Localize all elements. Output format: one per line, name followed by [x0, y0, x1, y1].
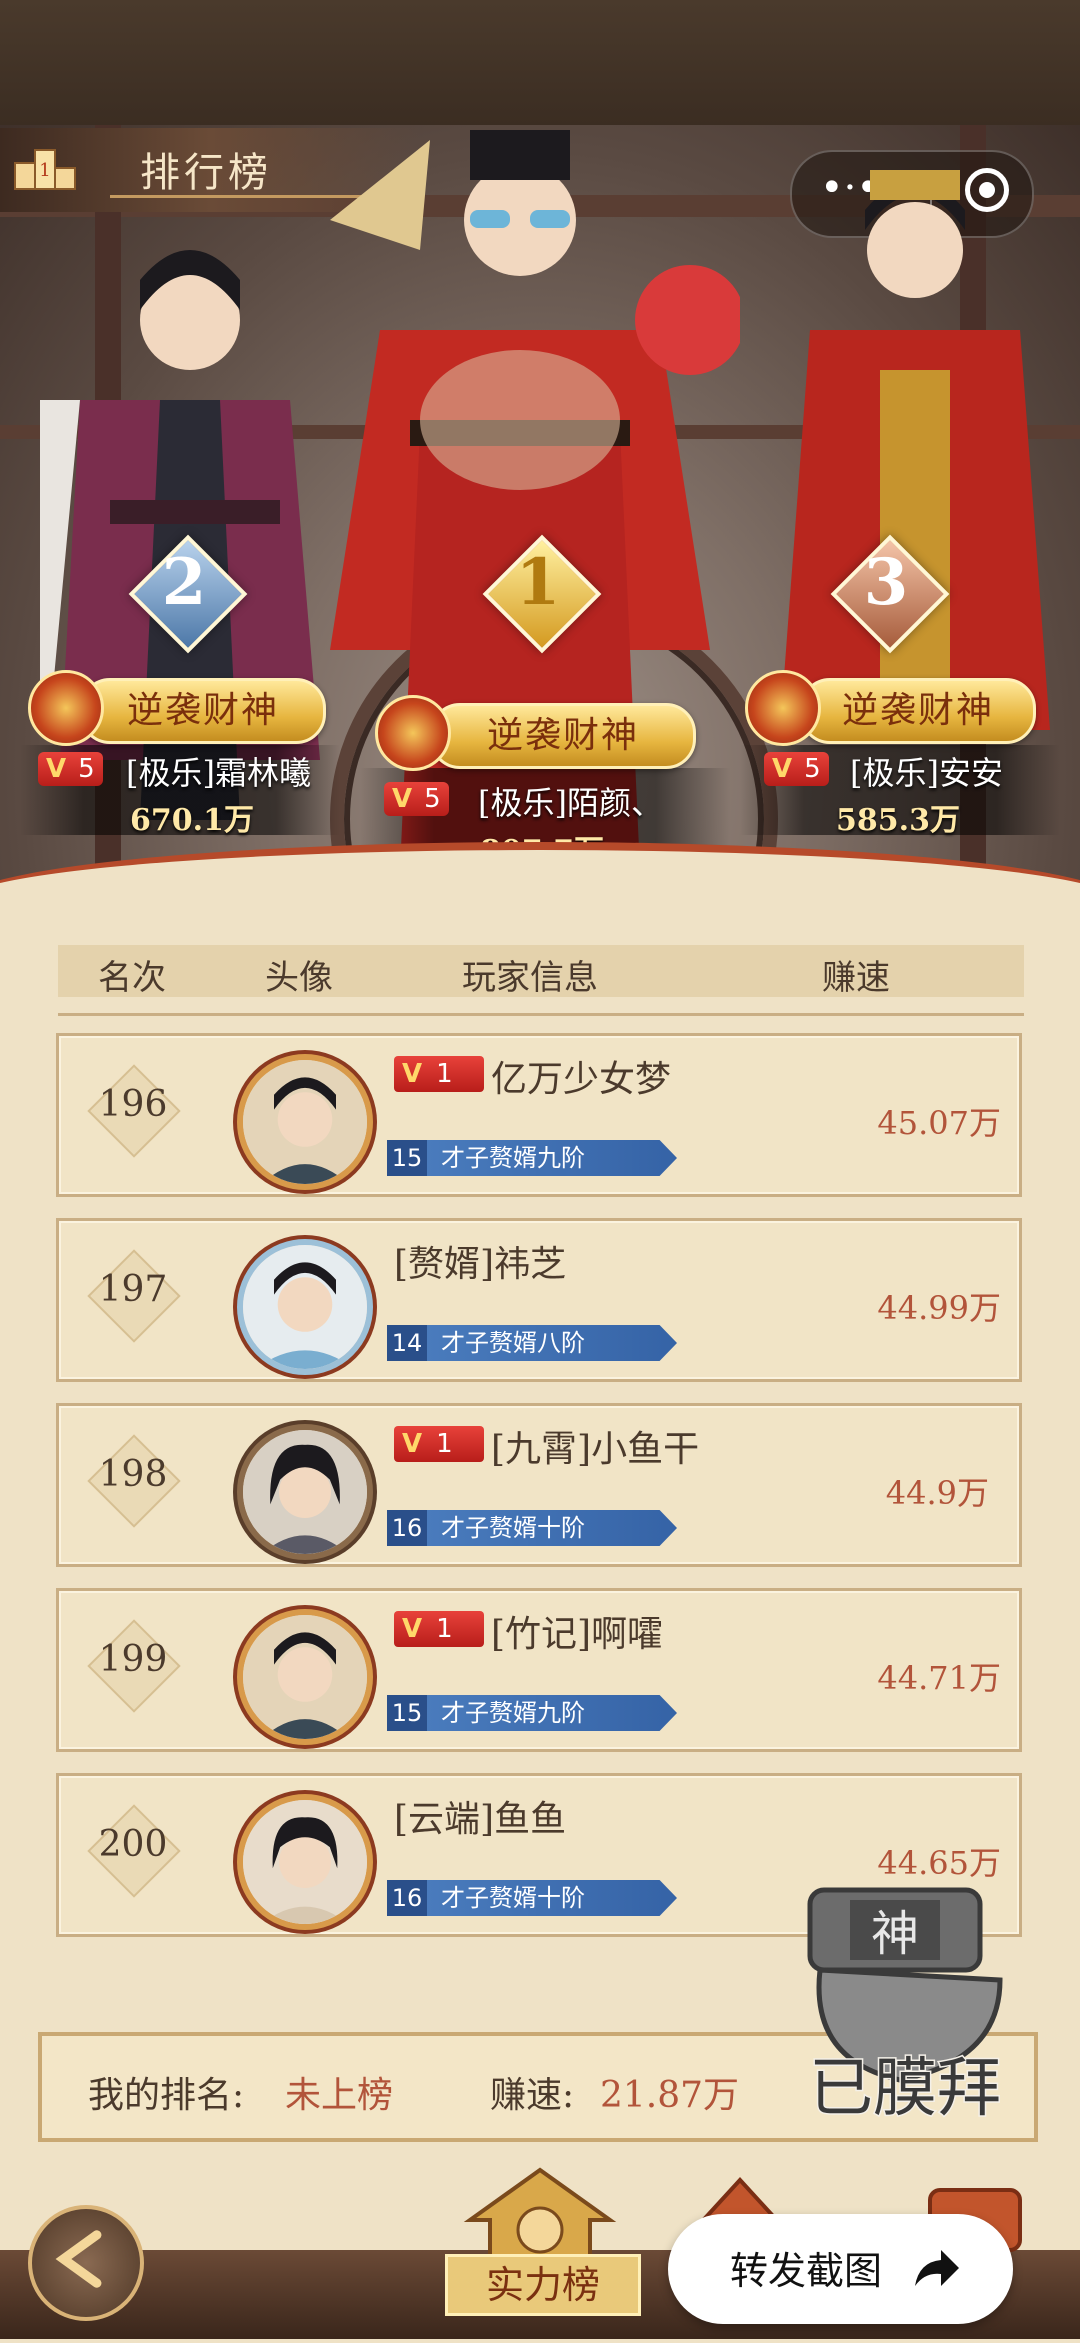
speed-value: 44.71万	[877, 1659, 1001, 1697]
level-tag: 15 才子赘婿九阶	[387, 1140, 677, 1176]
back-button[interactable]	[28, 2205, 144, 2321]
my-rank-label: 我的排名:	[88, 2075, 245, 2116]
header-avatar: 头像	[265, 958, 333, 998]
header-player-info: 玩家信息	[462, 958, 598, 998]
avatar[interactable]	[237, 1424, 373, 1560]
player-name: [九霄]小鱼干	[491, 1429, 700, 1470]
rank3-name: [极乐]安安	[850, 754, 1003, 792]
player-name: [竹记]啊嚯	[491, 1614, 664, 1655]
rank2-title-plaque: 逆袭财神	[80, 678, 326, 744]
header-speed: 赚速	[822, 958, 890, 998]
level-tag: 16 才子赘婿十阶	[387, 1510, 677, 1546]
my-rank-value: 未上榜	[285, 2075, 394, 2116]
tab-strength[interactable]: 实力榜	[445, 2254, 641, 2316]
avatar[interactable]	[237, 1239, 373, 1375]
rank1-title-plaque: 逆袭财神	[430, 703, 696, 769]
rank-number: 198	[98, 1454, 168, 1495]
podium-icon: 1	[10, 138, 80, 198]
speed-value: 44.9万	[885, 1474, 989, 1512]
rank3-title-plaque: 逆袭财神	[800, 678, 1036, 744]
worshipped-stamp[interactable]: 神 已膜拜	[780, 1860, 1040, 2140]
table-row[interactable]: 199 V1 [竹记]啊嚯 15 才子赘婿九阶 44.71万	[56, 1588, 1022, 1752]
rank-number: 200	[98, 1824, 168, 1865]
avatar[interactable]	[237, 1609, 373, 1745]
vip-badge: V1	[394, 1611, 484, 1647]
player-name: [赘婿]祎芝	[394, 1244, 567, 1285]
my-speed-value: 21.87万	[600, 2075, 740, 2116]
table-row[interactable]: 198 V1 [九霄]小鱼干 16 才子赘婿十阶 44.9万	[56, 1403, 1022, 1567]
level-tag: 15 才子赘婿九阶	[387, 1695, 677, 1731]
top-bar	[0, 0, 1080, 125]
level-tag: 14 才子赘婿八阶	[387, 1325, 677, 1361]
rank2-name: [极乐]霜林曦	[126, 754, 311, 792]
share-label: 转发截图	[730, 2249, 883, 2293]
rank2-character[interactable]	[30, 200, 340, 840]
rank3-number: 3	[863, 545, 909, 620]
my-speed-label: 赚速:	[490, 2075, 575, 2116]
rank3-plaque-emblem	[745, 670, 821, 746]
avatar[interactable]	[237, 1054, 373, 1190]
rank1-number: 1	[515, 545, 561, 620]
svg-text:1: 1	[39, 160, 50, 181]
page-title: 排行榜	[140, 150, 272, 196]
rank2-plaque-emblem	[28, 670, 104, 746]
header-rank: 名次	[98, 958, 166, 998]
rank2-number: 2	[161, 545, 207, 620]
vip-badge: V1	[394, 1056, 484, 1092]
player-name: 亿万少女梦	[491, 1059, 672, 1100]
rank1-plaque-emblem	[375, 695, 451, 771]
rank3-vip-badge: V5	[764, 752, 829, 786]
table-row[interactable]: 196 V1 亿万少女梦 15 才子赘婿九阶 45.07万	[56, 1033, 1022, 1197]
player-name: [云端]鱼鱼	[394, 1799, 567, 1840]
header-divider	[58, 1013, 1024, 1016]
rank-number: 199	[98, 1639, 168, 1680]
vip-badge: V1	[394, 1426, 484, 1462]
avatar[interactable]	[237, 1794, 373, 1930]
rank1-name: [极乐]陌颜、	[478, 784, 663, 822]
stamp-char: 神	[871, 1906, 919, 1962]
rank-number: 197	[98, 1269, 168, 1310]
stamp-text: 已膜拜	[809, 2052, 1001, 2126]
rank3-score: 585.3万	[836, 803, 960, 838]
speed-value: 45.07万	[877, 1104, 1001, 1142]
rank2-score: 670.1万	[130, 803, 254, 838]
level-tag: 16 才子赘婿十阶	[387, 1880, 677, 1916]
rank1-vip-badge: V5	[384, 782, 449, 816]
forward-arrow-icon	[905, 2238, 965, 2298]
speed-value: 44.99万	[877, 1289, 1001, 1327]
rank2-vip-badge: V5	[38, 752, 103, 786]
rank-number: 196	[98, 1084, 168, 1125]
table-row[interactable]: 197 [赘婿]祎芝 14 才子赘婿八阶 44.99万	[56, 1218, 1022, 1382]
